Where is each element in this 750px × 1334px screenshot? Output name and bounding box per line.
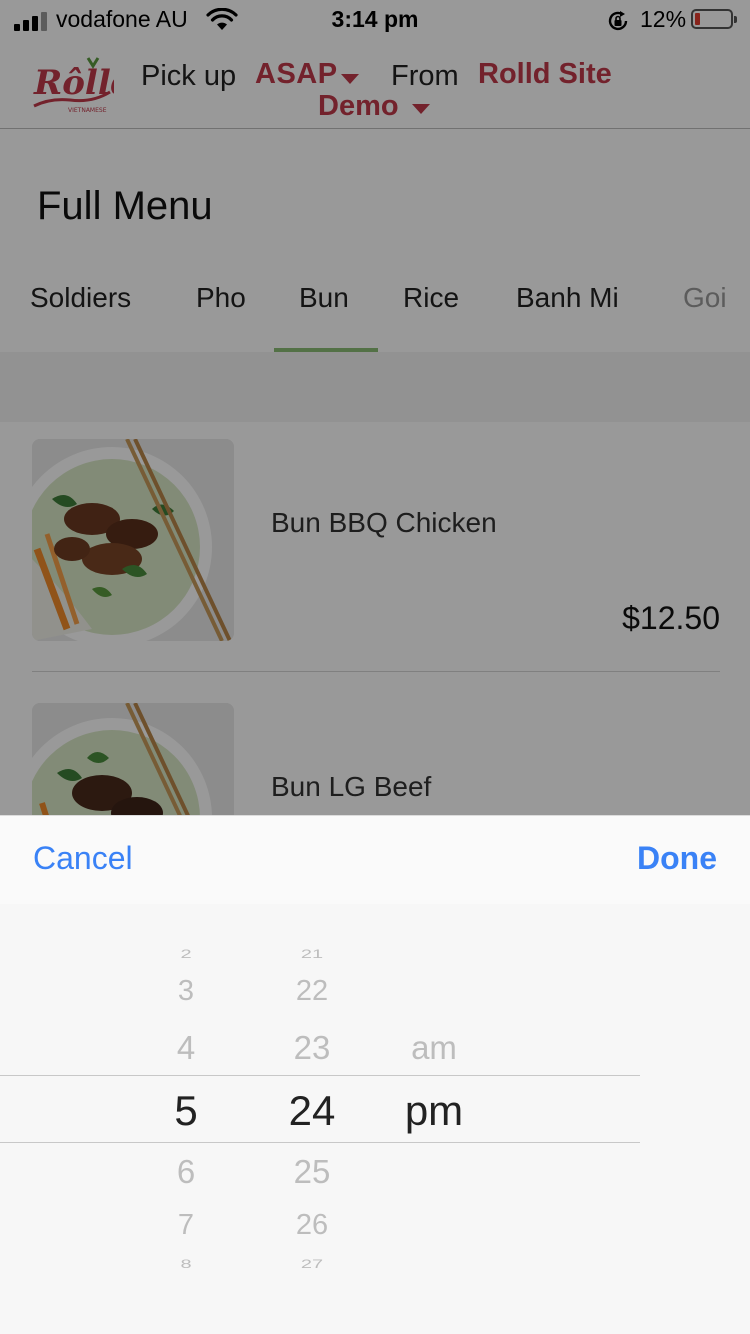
- hour-option[interactable]: 6: [136, 1153, 236, 1191]
- hour-column[interactable]: 2 3 4 5 6 7 8: [136, 915, 236, 1295]
- hour-option[interactable]: 7: [136, 1209, 236, 1242]
- minute-option[interactable]: 25: [262, 1153, 362, 1191]
- hour-option[interactable]: 8: [136, 1258, 236, 1272]
- time-picker-sheet: Cancel Done 2 3 4 5 6 7 8 21 22 23 24 25…: [0, 815, 750, 1334]
- minute-option[interactable]: 21: [262, 948, 362, 962]
- modal-backdrop[interactable]: [0, 0, 750, 815]
- meridiem-option[interactable]: am: [384, 1029, 484, 1067]
- hour-option-selected[interactable]: 5: [136, 1087, 236, 1135]
- done-button[interactable]: Done: [637, 840, 717, 877]
- hour-option[interactable]: 3: [136, 975, 236, 1008]
- minute-option[interactable]: 22: [262, 975, 362, 1008]
- hour-option[interactable]: 2: [136, 948, 236, 962]
- minute-option-selected[interactable]: 24: [262, 1087, 362, 1135]
- picker-toolbar: Cancel Done: [0, 815, 750, 904]
- minute-option[interactable]: 26: [262, 1209, 362, 1242]
- meridiem-column[interactable]: am pm: [384, 915, 484, 1295]
- minute-option[interactable]: 27: [262, 1258, 362, 1272]
- meridiem-option-selected[interactable]: pm: [384, 1087, 484, 1135]
- hour-option[interactable]: 4: [136, 1029, 236, 1067]
- minute-column[interactable]: 21 22 23 24 25 26 27: [262, 915, 362, 1295]
- minute-option[interactable]: 23: [262, 1029, 362, 1067]
- time-picker-wheel[interactable]: 2 3 4 5 6 7 8 21 22 23 24 25 26 27 am pm: [0, 915, 750, 1295]
- cancel-button[interactable]: Cancel: [33, 840, 133, 877]
